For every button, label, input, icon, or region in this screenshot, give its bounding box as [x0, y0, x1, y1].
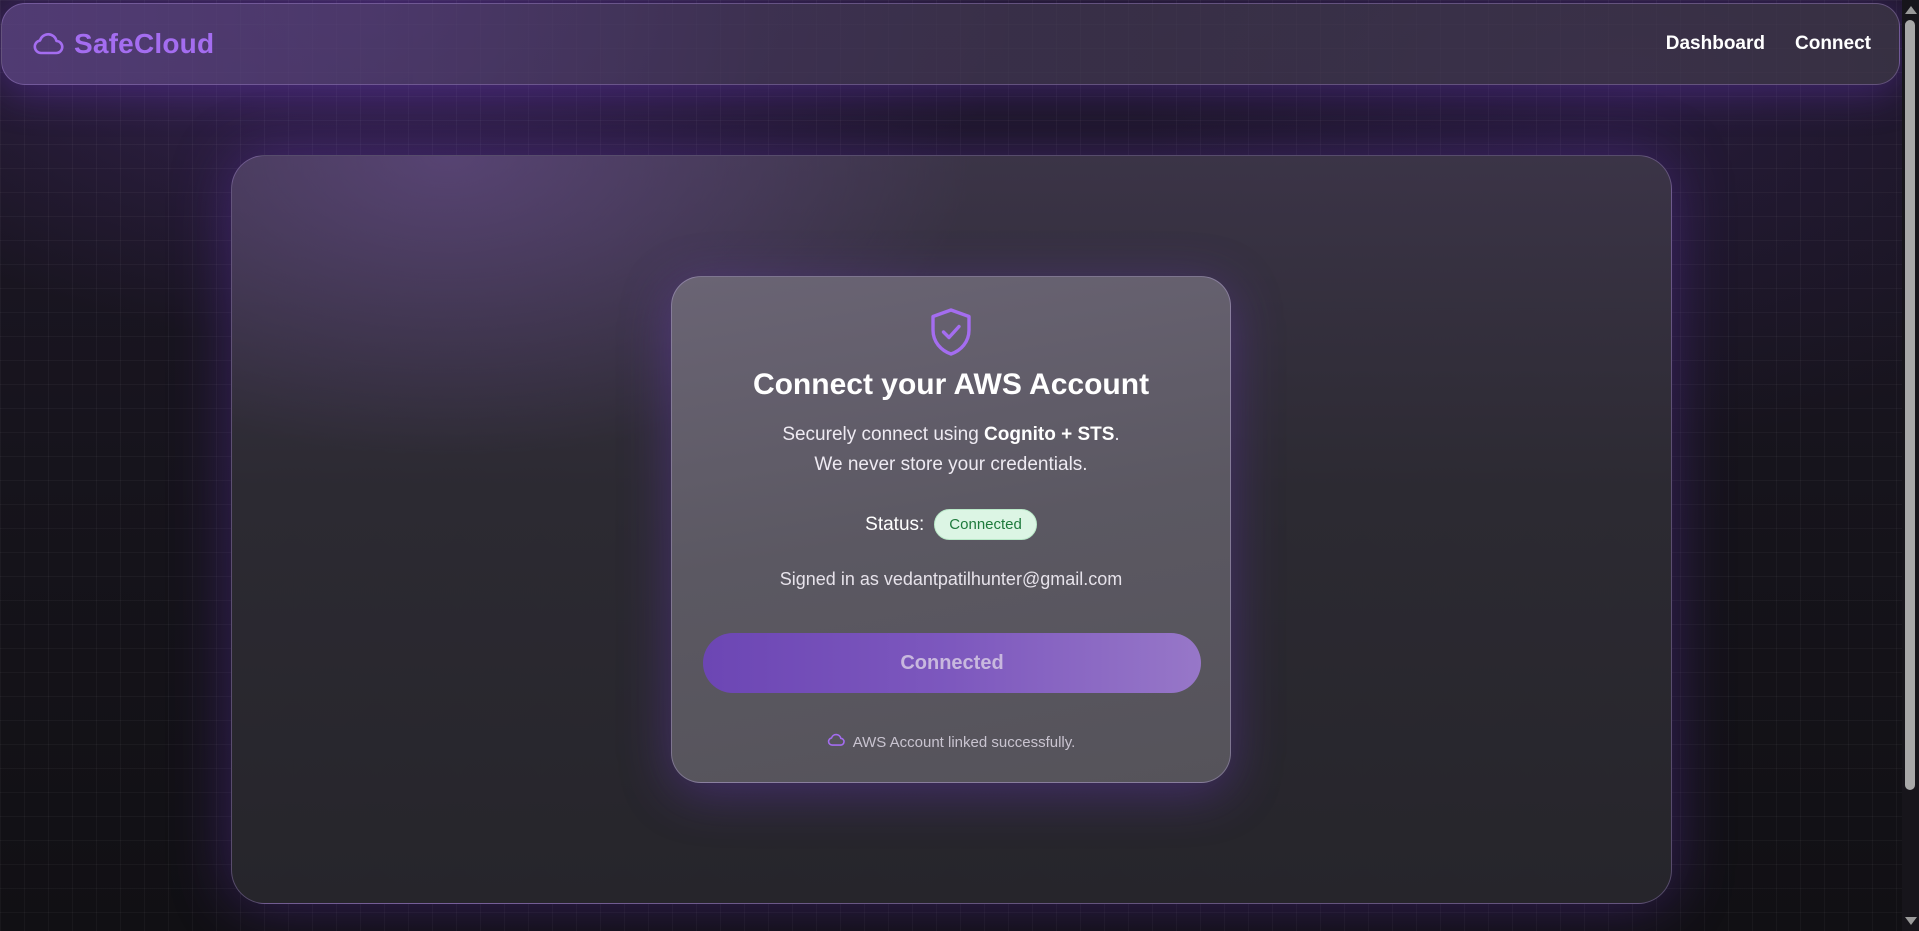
brand-name: SafeCloud [74, 28, 215, 59]
cloud-icon [32, 32, 64, 56]
status-badge: Connected [934, 509, 1037, 540]
status-row: Status: Connected [672, 509, 1230, 540]
subtitle-bold: Cognito + STS [984, 424, 1115, 445]
scrollbar-thumb[interactable] [1905, 20, 1915, 790]
nav-link-dashboard[interactable]: Dashboard [1666, 33, 1765, 55]
brand[interactable]: SafeCloud [32, 28, 214, 60]
subtitle-prefix: Securely connect using [782, 424, 985, 445]
subtitle-suffix: . [1114, 424, 1120, 445]
footer-text: AWS Account linked successfully. [852, 733, 1076, 751]
scroll-up-arrow-icon[interactable] [1905, 6, 1917, 14]
status-label: Status: [865, 513, 925, 535]
connect-card: Connect your AWS Account Securely connec… [671, 276, 1231, 783]
subtitle-line2: We never store your credentials. [814, 454, 1088, 475]
signed-in-text: Signed in as vedantpatilhunter@gmail.com [779, 569, 1123, 589]
cloud-icon [827, 733, 845, 751]
connect-button[interactable]: Connected [703, 633, 1201, 693]
navbar: SafeCloud Dashboard Connect [1, 3, 1900, 85]
nav-links: Dashboard Connect [1666, 33, 1871, 55]
card-title: Connect your AWS Account [752, 368, 1150, 401]
scrollbar[interactable] [1902, 0, 1919, 931]
scroll-down-arrow-icon[interactable] [1905, 917, 1917, 925]
card-subtitle: Securely connect using Cognito + STS. We… [672, 420, 1230, 480]
shield-check-icon [928, 307, 974, 357]
page: SafeCloud Dashboard Connect Connect your… [0, 0, 1919, 931]
footer-note: AWS Account linked successfully. [672, 733, 1230, 751]
nav-link-connect[interactable]: Connect [1795, 33, 1871, 55]
